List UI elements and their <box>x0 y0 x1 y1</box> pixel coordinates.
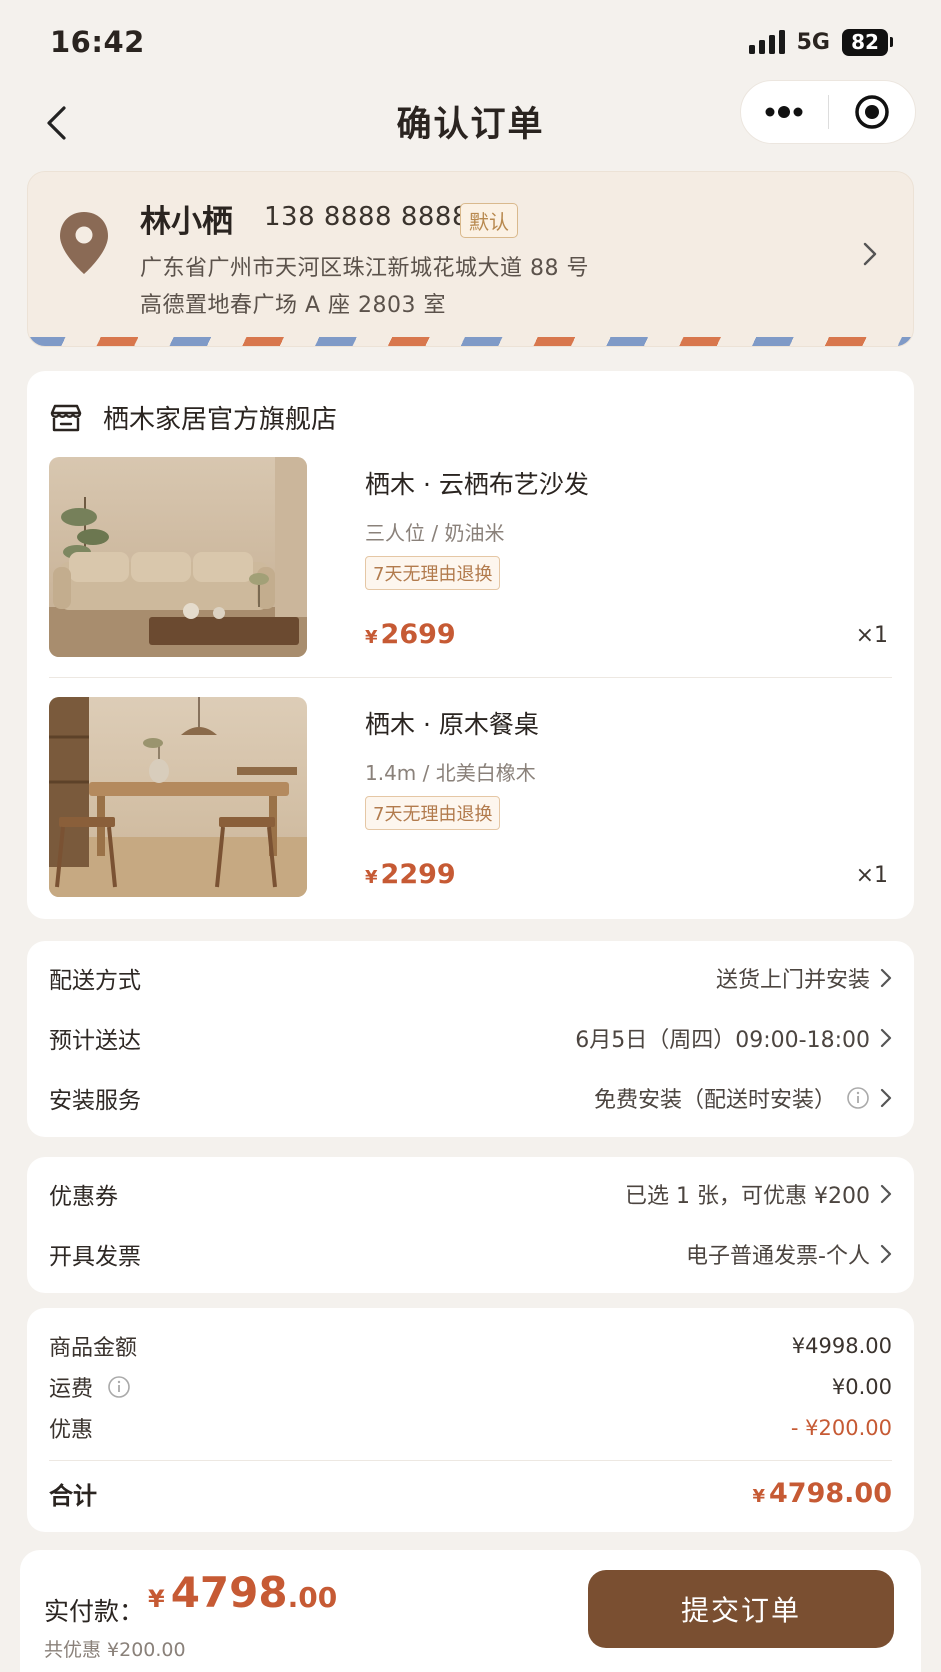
mini-program-capsule <box>740 80 916 144</box>
network-label: 5G <box>796 29 830 55</box>
battery-level: 82 <box>842 28 888 56</box>
target-icon <box>855 95 889 129</box>
product-item[interactable]: 栖木 · 云栖布艺沙发 三人位 / 奶油米 7天无理由退换 ¥2699 ×1 <box>49 457 892 657</box>
sofa-product-image <box>49 457 307 657</box>
recipient-name: 林小栖 <box>140 204 233 240</box>
discount-label: 优惠 <box>49 1418 94 1443</box>
chevron-right-icon <box>880 1028 892 1048</box>
total-value: ¥4798.00 <box>752 1478 892 1509</box>
chevron-right-icon <box>880 968 892 988</box>
product-name: 栖木 · 原木餐桌 <box>365 710 539 739</box>
status-bar: 16:42 5G 82 <box>0 0 941 80</box>
chevron-right-icon <box>880 1244 892 1264</box>
delivery-time-label: 预计送达 <box>49 1028 141 1054</box>
delivery-time-row[interactable]: 预计送达 6月5日（周四）09:00-18:00 <box>49 1018 892 1058</box>
total-label: 合计 <box>49 1482 97 1510</box>
product-name: 栖木 · 云栖布艺沙发 <box>365 470 589 499</box>
product-price: ¥2299 <box>365 859 456 890</box>
checkout-bar: 实付款： ¥4798.00 共优惠 ¥200.00 提交订单 <box>20 1550 921 1672</box>
goods-amount-label: 商品金额 <box>49 1336 138 1361</box>
discount-value: - ¥200.00 <box>790 1416 892 1440</box>
price-summary-card: 商品金额 ¥4998.00 运费 ¥0.00 优惠 - ¥200.00 合计 ¥… <box>27 1308 914 1532</box>
delivery-method-row[interactable]: 配送方式 送货上门并安装 <box>49 958 892 998</box>
divider <box>49 1460 892 1461</box>
invoice-row[interactable]: 开具发票 电子普通发票-个人 <box>49 1234 892 1274</box>
coupon-label: 优惠券 <box>49 1184 118 1210</box>
submit-order-button[interactable]: 提交订单 <box>588 1570 894 1648</box>
default-badge: 默认 <box>460 203 518 238</box>
delivery-method-value: 送货上门并安装 <box>715 968 870 993</box>
status-indicators: 5G 82 <box>748 28 893 56</box>
goods-amount-value: ¥4998.00 <box>791 1334 892 1358</box>
delivery-method-label: 配送方式 <box>49 968 141 994</box>
chevron-right-icon <box>863 242 877 266</box>
pay-label: 实付款： <box>44 1597 145 1626</box>
address-line-2: 高德置地春广场 A 座 2803 室 <box>140 293 447 318</box>
product-quantity: ×1 <box>855 623 888 648</box>
location-pin-icon <box>60 212 108 274</box>
delivery-time-value: 6月5日（周四）09:00-18:00 <box>575 1028 870 1053</box>
close-mini-program-button[interactable] <box>829 81 916 143</box>
address-line-1: 广东省广州市天河区珠江新城花城大道 88 号 <box>140 256 589 281</box>
store-icon <box>50 404 82 431</box>
signal-icon <box>748 30 785 54</box>
shop-card: 栖木家居官方旗舰店 栖木 · 云栖布艺沙发 三人位 / 奶油米 7天无理由退换 … <box>27 371 914 919</box>
more-dots-icon <box>765 106 803 118</box>
shipping-label: 运费 <box>49 1377 94 1402</box>
shop-header[interactable]: 栖木家居官方旗舰店 <box>49 399 337 436</box>
product-quantity: ×1 <box>855 863 888 888</box>
shop-name: 栖木家居官方旗舰店 <box>103 405 338 435</box>
coupon-invoice-card: 优惠券 已选 1 张，可优惠 ¥200 开具发票 电子普通发票-个人 <box>27 1157 914 1293</box>
recipient-phone: 138 8888 8888 <box>264 202 469 232</box>
discount-row: 优惠 - ¥200.00 <box>49 1412 892 1444</box>
dining-table-product-image <box>49 697 307 897</box>
delivery-card: 配送方式 送货上门并安装 预计送达 6月5日（周四）09:00-18:00 安装… <box>27 941 914 1137</box>
info-icon[interactable] <box>107 1375 131 1399</box>
total-saved: 共优惠 ¥200.00 <box>44 1639 186 1661</box>
product-item[interactable]: 栖木 · 原木餐桌 1.4m / 北美白橡木 7天无理由退换 ¥2299 ×1 <box>49 697 892 897</box>
airmail-border <box>28 337 913 346</box>
return-policy-badge: 7天无理由退换 <box>365 796 501 830</box>
product-spec: 三人位 / 奶油米 <box>365 521 505 545</box>
installation-row[interactable]: 安装服务 免费安装（配送时安装） <box>49 1078 892 1118</box>
invoice-value: 电子普通发票-个人 <box>686 1244 870 1269</box>
pay-amount: ¥4798.00 <box>148 1568 338 1617</box>
battery-icon: 82 <box>842 28 893 56</box>
info-icon[interactable] <box>846 1086 870 1110</box>
more-button[interactable] <box>741 81 828 143</box>
goods-amount-row: 商品金额 ¥4998.00 <box>49 1330 892 1362</box>
return-policy-badge: 7天无理由退换 <box>365 556 501 590</box>
product-price: ¥2699 <box>365 619 456 650</box>
chevron-right-icon <box>880 1184 892 1204</box>
installation-value: 免费安装（配送时安装） <box>593 1088 836 1113</box>
address-card[interactable]: 林小栖 138 8888 8888 默认 广东省广州市天河区珠江新城花城大道 8… <box>27 171 914 347</box>
coupon-value: 已选 1 张，可优惠 ¥200 <box>625 1184 870 1209</box>
product-spec: 1.4m / 北美白橡木 <box>365 761 536 785</box>
shipping-row: 运费 ¥0.00 <box>49 1371 892 1403</box>
invoice-label: 开具发票 <box>49 1244 141 1270</box>
shipping-value: ¥0.00 <box>831 1375 892 1399</box>
status-time: 16:42 <box>50 25 145 59</box>
divider <box>49 677 892 678</box>
total-row: 合计 ¥4798.00 <box>49 1476 892 1511</box>
coupon-row[interactable]: 优惠券 已选 1 张，可优惠 ¥200 <box>49 1174 892 1214</box>
chevron-right-icon <box>880 1088 892 1108</box>
installation-label: 安装服务 <box>49 1088 141 1114</box>
